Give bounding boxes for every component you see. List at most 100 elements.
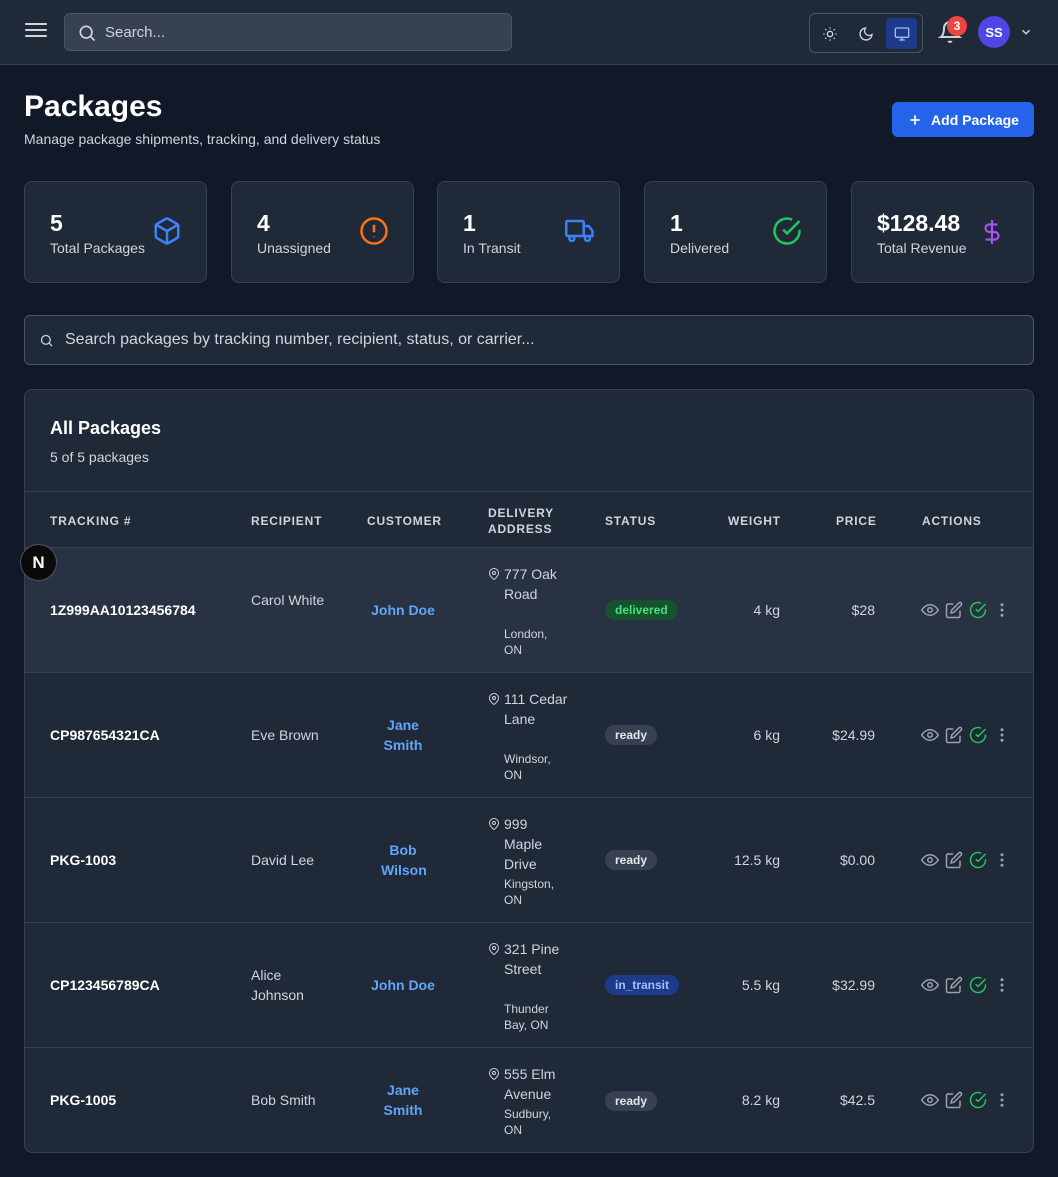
table-row[interactable]: 1Z999AA10123456784 Carol White John Doe … [25, 548, 1033, 673]
package-icon [154, 217, 180, 245]
delivery-address: 321 Pine Street Thunder Bay, ON [488, 939, 568, 1035]
delivery-address: 999 Maple Drive Kingston, ON [488, 814, 568, 910]
view-icon[interactable] [921, 976, 939, 994]
map-pin-icon [488, 943, 500, 955]
edit-icon[interactable] [945, 851, 963, 869]
tracking-number: CP987654321CA [50, 727, 160, 743]
more-vertical-icon[interactable] [993, 976, 1011, 994]
stat-value: 4 [257, 210, 270, 236]
view-icon[interactable] [921, 1091, 939, 1109]
theme-dark-button[interactable] [850, 18, 881, 49]
stat-label: Delivered [670, 240, 730, 256]
column-header-actions: ACTIONS [922, 514, 982, 528]
alert-circle-icon [360, 217, 388, 245]
column-header-tracking[interactable]: TRACKING # [50, 513, 131, 529]
row-actions [921, 601, 1011, 619]
customer-link[interactable]: John Doe [357, 600, 449, 620]
more-vertical-icon[interactable] [993, 726, 1011, 744]
map-pin-icon [488, 693, 500, 705]
global-search[interactable] [64, 13, 512, 51]
stat-value: $128.48 [877, 210, 961, 236]
recipient-name: Carol White [251, 592, 325, 608]
chevron-down-icon[interactable] [1019, 25, 1033, 39]
address-city: London, ON [504, 627, 548, 657]
search-icon [79, 25, 96, 42]
stat-label: In Transit [463, 240, 521, 256]
recipient-name: Bob Smith [251, 1092, 316, 1108]
tracking-number: CP123456789CA [50, 977, 160, 993]
edit-icon[interactable] [945, 976, 963, 994]
monitor-icon [894, 26, 909, 41]
column-header-customer[interactable]: CUSTOMER [367, 513, 442, 529]
customer-link[interactable]: Bob Wilson [357, 840, 449, 880]
edit-icon[interactable] [945, 601, 963, 619]
table-row[interactable]: PKG-1005 Bob Smith Jane Smith 555 Elm Av… [25, 1048, 1033, 1152]
more-vertical-icon[interactable] [993, 851, 1011, 869]
avatar[interactable]: SS [978, 16, 1010, 48]
delivery-address: 111 Cedar Lane Windsor, ON [488, 689, 568, 785]
stat-card-unassigned: 4 Unassigned [231, 181, 414, 283]
theme-switcher [809, 13, 923, 53]
check-circle-icon[interactable] [969, 1091, 987, 1109]
stat-card-total-revenue: $128.48 Total Revenue [851, 181, 1034, 283]
customer-link[interactable]: Jane Smith [357, 1080, 449, 1120]
stat-value: 1 [670, 210, 683, 236]
weight-value: 6 kg [753, 727, 780, 743]
stat-label: Total Packages [50, 240, 145, 256]
map-pin-icon [488, 1068, 500, 1080]
recipient-name: Eve Brown [251, 727, 319, 743]
check-circle-icon [773, 217, 801, 245]
package-search[interactable] [24, 315, 1034, 365]
plus-icon [910, 114, 920, 125]
price-value: $42.5 [839, 1092, 875, 1108]
column-header-status[interactable]: STATUS [605, 513, 656, 529]
column-header-recipient[interactable]: RECIPIENT [251, 513, 322, 529]
map-pin-icon [488, 818, 500, 830]
package-search-input[interactable] [65, 316, 1025, 364]
status-badge: ready [605, 850, 658, 870]
stat-value: 5 [50, 210, 63, 236]
delivery-address: 555 Elm Avenue Sudbury, ON [488, 1064, 568, 1144]
stat-card-delivered: 1 Delivered [644, 181, 827, 283]
card-title: All Packages [50, 418, 162, 438]
stat-card-total-packages: 5 Total Packages [24, 181, 207, 283]
edit-icon[interactable] [945, 726, 963, 744]
dev-tools-badge[interactable]: N [20, 544, 57, 581]
more-vertical-icon[interactable] [993, 1091, 1011, 1109]
address-street: 777 Oak Road [504, 566, 557, 602]
check-circle-icon[interactable] [969, 601, 987, 619]
view-icon[interactable] [921, 851, 939, 869]
address-city: Kingston, ON [504, 877, 555, 907]
tracking-number: PKG-1003 [50, 852, 117, 868]
theme-light-button[interactable] [814, 18, 845, 49]
address-city: Windsor, ON [504, 752, 551, 782]
check-circle-icon[interactable] [969, 851, 987, 869]
address-street: 321 Pine Street [504, 941, 560, 977]
row-actions [921, 1091, 1011, 1109]
table-row[interactable]: PKG-1003 David Lee Bob Wilson 999 Maple … [25, 798, 1033, 923]
page-subtitle: Manage package shipments, tracking, and … [24, 131, 381, 147]
add-package-button[interactable]: Add Package [892, 102, 1034, 137]
column-header-delivery-address[interactable]: DELIVERY ADDRESS [488, 505, 568, 537]
customer-link[interactable]: John Doe [357, 975, 449, 995]
row-actions [921, 976, 1011, 994]
view-icon[interactable] [921, 601, 939, 619]
table-row[interactable]: CP987654321CA Eve Brown Jane Smith 111 C… [25, 673, 1033, 798]
customer-link[interactable]: Jane Smith [357, 715, 449, 755]
column-header-weight[interactable]: WEIGHT [728, 513, 781, 529]
check-circle-icon[interactable] [969, 726, 987, 744]
table-row[interactable]: CP123456789CA Alice Johnson John Doe 321… [25, 923, 1033, 1048]
check-circle-icon[interactable] [969, 976, 987, 994]
theme-system-button[interactable] [886, 18, 917, 49]
more-vertical-icon[interactable] [993, 601, 1011, 619]
truck-icon [565, 219, 594, 243]
menu-icon[interactable] [22, 20, 50, 44]
dollar-icon [984, 220, 1000, 244]
price-value: $32.99 [832, 977, 875, 993]
status-badge: in_transit [605, 975, 680, 995]
tracking-number: 1Z999AA10123456784 [50, 602, 196, 618]
global-search-input[interactable] [105, 14, 505, 50]
column-header-price[interactable]: PRICE [836, 513, 877, 529]
edit-icon[interactable] [945, 1091, 963, 1109]
view-icon[interactable] [921, 726, 939, 744]
